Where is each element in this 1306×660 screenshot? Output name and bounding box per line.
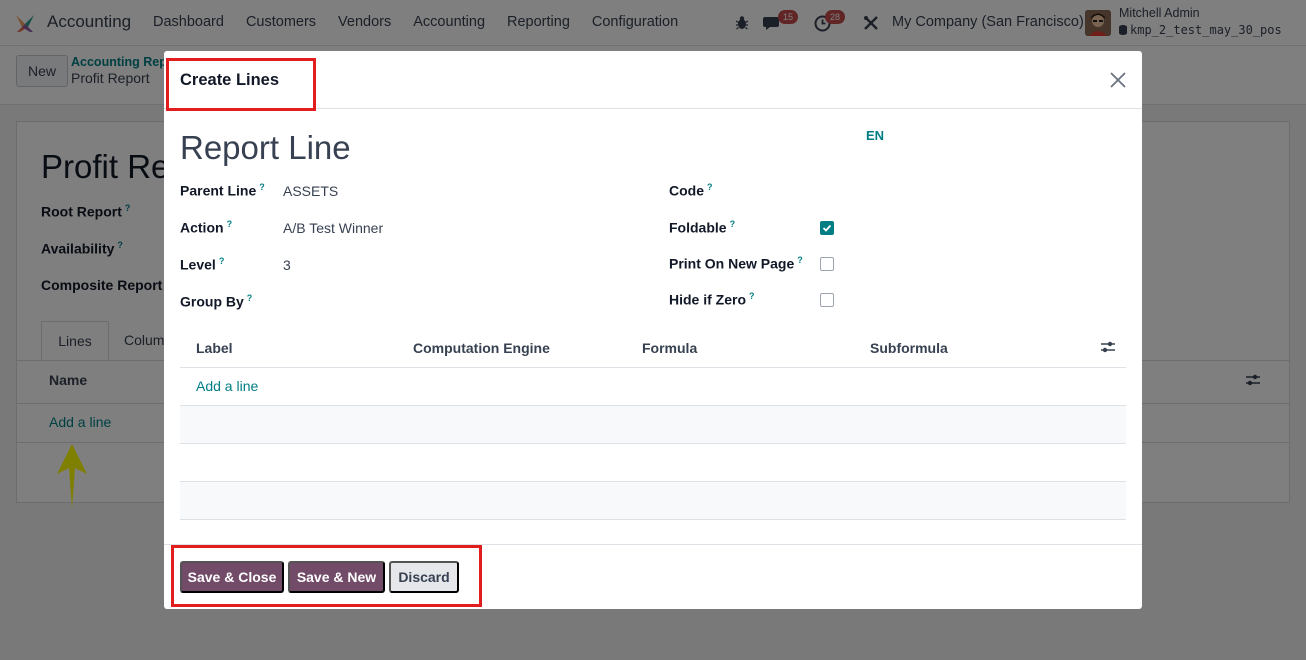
column-header-subformula[interactable]: Subformula (870, 340, 948, 356)
table-row (180, 406, 1126, 444)
action-text: Action (180, 219, 224, 236)
table-row (180, 444, 1126, 482)
code-field[interactable] (819, 182, 1119, 202)
language-toggle[interactable]: EN (866, 128, 884, 143)
action-field[interactable]: A/B Test Winner (283, 220, 383, 236)
column-header-formula[interactable]: Formula (642, 340, 697, 356)
record-title[interactable]: Report Line (180, 129, 351, 167)
level-field[interactable]: 3 (283, 257, 291, 273)
add-line-link[interactable]: Add a line (196, 378, 258, 394)
help-tooltip-icon[interactable]: ? (259, 182, 265, 192)
group-by-text: Group By (180, 293, 244, 310)
foldable-text: Foldable (669, 219, 727, 236)
hide-if-zero-label: Hide if Zero? (669, 291, 755, 308)
table-row (180, 482, 1126, 520)
action-label: Action? (180, 219, 232, 236)
hide-if-zero-text: Hide if Zero (669, 291, 747, 308)
help-tooltip-icon[interactable]: ? (707, 182, 713, 192)
grid-header: Label Computation Engine Formula Subform… (180, 328, 1126, 368)
table-row: Add a line (180, 368, 1126, 406)
parent-line-text: Parent Line (180, 182, 257, 199)
level-label: Level? (180, 256, 224, 273)
close-icon[interactable] (1109, 71, 1127, 89)
help-tooltip-icon[interactable]: ? (219, 256, 225, 266)
parent-line-field[interactable]: ASSETS (283, 183, 338, 199)
print-on-new-page-text: Print On New Page (669, 255, 795, 272)
help-tooltip-icon[interactable]: ? (797, 255, 803, 265)
print-on-new-page-checkbox[interactable] (820, 257, 834, 271)
optional-columns-icon[interactable] (1100, 340, 1116, 354)
foldable-checkbox[interactable] (820, 221, 834, 235)
help-tooltip-icon[interactable]: ? (749, 291, 755, 301)
group-by-field[interactable] (283, 293, 603, 313)
print-on-new-page-label: Print On New Page? (669, 255, 803, 272)
checkmark-icon (822, 224, 832, 232)
highlight-box-buttons (171, 545, 482, 607)
code-label: Code? (669, 182, 713, 199)
highlight-box-title (166, 58, 316, 111)
foldable-label: Foldable? (669, 219, 735, 236)
column-header-label[interactable]: Label (196, 340, 233, 356)
create-lines-dialog: Create Lines Report Line EN Parent Line?… (164, 51, 1142, 609)
help-tooltip-icon[interactable]: ? (227, 219, 233, 229)
level-text: Level (180, 256, 216, 273)
help-tooltip-icon[interactable]: ? (730, 219, 736, 229)
column-header-computation-engine[interactable]: Computation Engine (413, 340, 550, 356)
hide-if-zero-checkbox[interactable] (820, 293, 834, 307)
help-tooltip-icon[interactable]: ? (247, 293, 253, 303)
group-by-label: Group By? (180, 293, 252, 310)
code-text: Code (669, 182, 704, 199)
parent-line-label: Parent Line? (180, 182, 265, 199)
